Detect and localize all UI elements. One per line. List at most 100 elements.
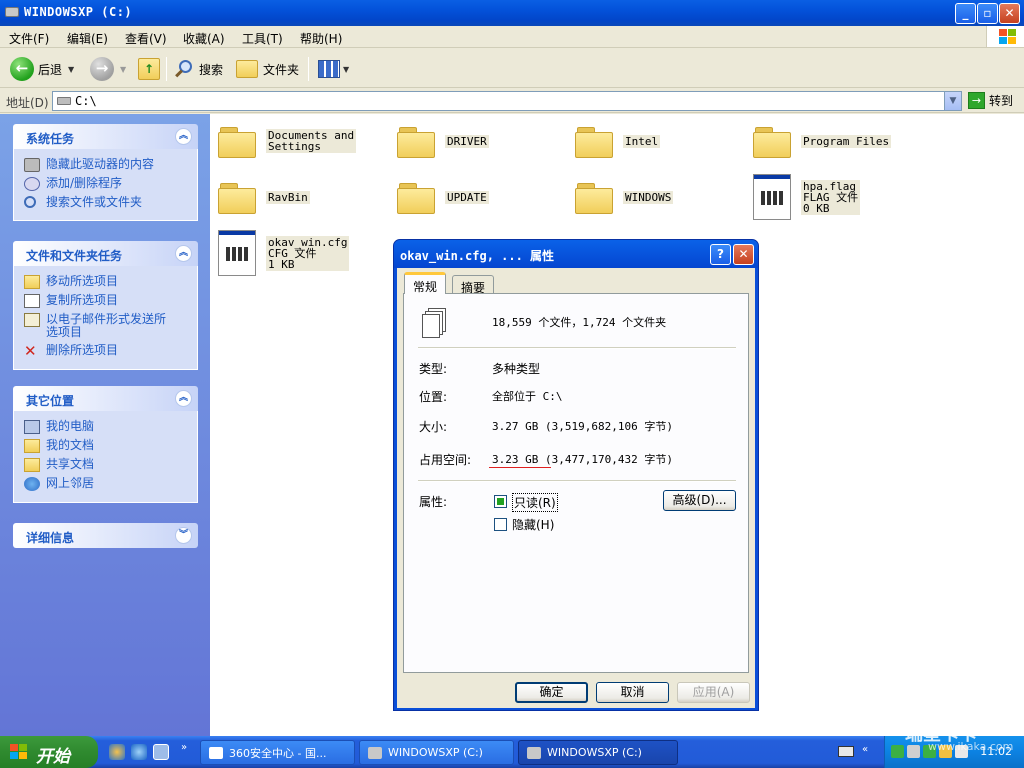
menu-file[interactable]: 文件(F): [9, 30, 49, 47]
file-name: okav_win.cfg CFG 文件 1 KB: [266, 235, 350, 271]
back-button[interactable]: ← 后退 ▼: [10, 55, 74, 83]
chevron-down-icon[interactable]: ▼: [944, 92, 961, 110]
list-item[interactable]: WINDOWS: [575, 180, 674, 214]
task-move[interactable]: 移动所选项目: [24, 275, 191, 289]
file-tasks-body: 移动所选项目 复制所选项目 以电子邮件形式发送所选项目 ✕ 删除所选项目: [13, 266, 198, 370]
file-tasks-header[interactable]: 文件和文件夹任务 ︽: [13, 241, 198, 266]
folders-button[interactable]: 文件夹: [236, 55, 299, 83]
list-item[interactable]: Intel: [575, 124, 661, 158]
tray-icon[interactable]: [891, 745, 904, 758]
start-button[interactable]: 开始: [0, 736, 98, 768]
hidden-label[interactable]: 隐藏(H): [512, 516, 554, 533]
shared-folder-icon: [24, 458, 40, 472]
advanced-button[interactable]: 高级(D)...: [663, 490, 736, 511]
hidden-checkbox[interactable]: [494, 518, 507, 531]
separator: [418, 480, 736, 482]
list-item[interactable]: Program Files: [753, 124, 892, 158]
dialog-title-bar[interactable]: okav_win.cfg, ... 属性 ? ✕: [394, 240, 758, 268]
menu-favorites[interactable]: 收藏(A): [183, 30, 225, 47]
ok-button[interactable]: 确定: [515, 682, 588, 703]
menu-tools[interactable]: 工具(T): [242, 30, 283, 47]
chevron-down-icon[interactable]: ▼: [68, 65, 74, 74]
back-arrow-icon: ←: [10, 57, 34, 81]
dialog-body: 常规 摘要 18,559 个文件，1,724 个文件夹 类型: 多种类型 位置:…: [397, 268, 755, 708]
dialog-close-button[interactable]: ✕: [733, 244, 754, 265]
red-annotation-underline: [489, 467, 551, 468]
drive-icon: [5, 7, 19, 17]
system-tasks-header[interactable]: 系统任务 ︽: [13, 124, 198, 149]
tab-general[interactable]: 常规: [404, 272, 447, 294]
chevron-down-icon[interactable]: ▼: [120, 65, 126, 74]
network-icon[interactable]: [153, 744, 169, 760]
file-tasks-box: 文件和文件夹任务 ︽ 移动所选项目 复制所选项目 以电子邮件形式发送所选项目 ✕…: [13, 241, 198, 370]
task-copy[interactable]: 复制所选项目: [24, 294, 191, 308]
location-label: 位置:: [419, 390, 448, 404]
up-folder-icon: ↑: [138, 58, 160, 80]
task-hide-drive[interactable]: 隐藏此驱动器的内容: [24, 158, 191, 172]
chevron-down-icon[interactable]: ▼: [343, 65, 349, 74]
file-tasks-title: 文件和文件夹任务: [26, 249, 123, 263]
chevron-left-icon[interactable]: «: [862, 744, 868, 755]
readonly-checkbox[interactable]: [494, 495, 507, 508]
tab-summary[interactable]: 摘要: [452, 275, 495, 295]
place-network[interactable]: 网上邻居: [24, 477, 191, 491]
maximize-button[interactable]: ▫: [977, 3, 998, 24]
size-value: 3.27 GB (3,519,682,106 字节): [492, 420, 673, 433]
window-title: WINDOWSXP (C:): [24, 5, 133, 19]
menu-help[interactable]: 帮助(H): [300, 30, 342, 47]
address-bar: 地址(D) C:\ ▼ → 转到: [0, 89, 1024, 113]
start-label: 开始: [36, 747, 70, 767]
place-label: 我的文档: [46, 438, 95, 452]
title-bar[interactable]: WINDOWSXP (C:) _ ▫ ✕: [0, 0, 1024, 26]
list-item[interactable]: DRIVER: [397, 124, 489, 158]
close-button[interactable]: ✕: [999, 3, 1020, 24]
expand-icon[interactable]: ︾: [175, 527, 192, 544]
task-add-remove[interactable]: 添加/删除程序: [24, 177, 191, 191]
place-my-documents[interactable]: 我的文档: [24, 439, 191, 453]
task-search[interactable]: 搜索文件或文件夹: [24, 196, 191, 209]
list-item[interactable]: okav_win.cfg CFG 文件 1 KB: [218, 230, 350, 276]
collapse-icon[interactable]: ︽: [175, 245, 192, 262]
internet-explorer-icon[interactable]: [131, 744, 147, 760]
cancel-button[interactable]: 取消: [596, 682, 669, 703]
details-header[interactable]: 详细信息 ︾: [13, 523, 198, 548]
list-item[interactable]: Documents and Settings: [218, 124, 357, 158]
place-shared-documents[interactable]: 共享文档: [24, 458, 191, 472]
place-my-computer[interactable]: 我的电脑: [24, 420, 191, 434]
collapse-icon[interactable]: ︽: [175, 390, 192, 407]
tray-icon[interactable]: [907, 745, 920, 758]
media-player-icon[interactable]: [109, 744, 125, 760]
folder-icon: [218, 180, 256, 214]
taskbar-task-explorer-2[interactable]: WINDOWSXP (C:): [518, 740, 678, 765]
up-folder-button[interactable]: ↑: [138, 55, 160, 83]
search-button[interactable]: 搜索: [174, 55, 223, 83]
list-item[interactable]: RavBin: [218, 180, 310, 214]
minimize-button[interactable]: _: [955, 3, 976, 24]
collapse-icon[interactable]: ︽: [175, 128, 192, 145]
menu-edit[interactable]: 编辑(E): [67, 30, 108, 47]
search-icon: [174, 59, 194, 79]
address-input[interactable]: C:\ ▼: [52, 91, 962, 111]
size-label: 大小:: [419, 420, 448, 434]
taskbar-task-360[interactable]: 360安全中心 - 国...: [200, 740, 355, 765]
task-email[interactable]: 以电子邮件形式发送所选项目: [24, 313, 191, 339]
copy-icon: [24, 294, 40, 308]
place-label: 我的电脑: [46, 419, 95, 433]
menu-view[interactable]: 查看(V): [125, 30, 167, 47]
keyboard-icon[interactable]: [838, 746, 854, 757]
help-button[interactable]: ?: [710, 244, 731, 265]
file-name: Documents and Settings: [266, 129, 357, 153]
forward-button[interactable]: → ▼: [90, 55, 126, 83]
task-pane: 系统任务 ︽ 隐藏此驱动器的内容 添加/删除程序 搜索文件或文件夹 文件和文件夹…: [0, 114, 210, 736]
taskbar-task-explorer-1[interactable]: WINDOWSXP (C:): [359, 740, 514, 765]
go-button[interactable]: → 转到: [968, 92, 1013, 109]
views-button[interactable]: ▼: [318, 55, 349, 83]
apply-button[interactable]: 应用(A): [677, 682, 750, 703]
list-item[interactable]: UPDATE: [397, 180, 489, 214]
task-delete[interactable]: ✕ 删除所选项目: [24, 344, 191, 359]
readonly-label[interactable]: 只读(R): [512, 493, 558, 512]
dialog-title: okav_win.cfg, ... 属性: [400, 249, 555, 263]
chevron-right-icon[interactable]: »: [181, 742, 187, 753]
other-places-header[interactable]: 其它位置 ︽: [13, 386, 198, 411]
list-item[interactable]: hpa.flag FLAG 文件 0 KB: [753, 174, 861, 220]
